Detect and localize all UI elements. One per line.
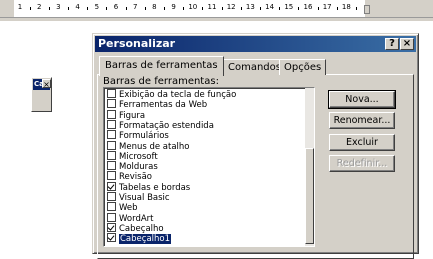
ruler-label: 5: [94, 3, 100, 11]
scrollbar-thumb[interactable]: [305, 148, 314, 244]
ruler-tick: [298, 7, 300, 10]
toolbar-checkbox[interactable]: [107, 233, 116, 243]
ruler-right-margin: [365, 0, 433, 17]
ruler-label: 9: [171, 3, 176, 11]
ruler-label: 10: [188, 3, 198, 11]
reset-button[interactable]: Redefinir...: [329, 155, 395, 172]
ruler-tick: [279, 7, 281, 10]
ruler-label: 3: [56, 3, 61, 11]
help-button[interactable]: ?: [385, 38, 399, 50]
toolbar-checkbox[interactable]: [107, 171, 116, 181]
toolbars-list[interactable]: Exibição da tecla de função Ferramentas d…: [103, 87, 315, 247]
horizontal-ruler: 1 2 3 4 5 6 7 8 9 10 11 12 13 14 15 16 17 18: [0, 0, 433, 18]
ruler-label: 17: [322, 3, 332, 11]
ruler-tick: [164, 7, 165, 10]
ruler-tick: [106, 7, 108, 10]
toolbar-checkbox[interactable]: [107, 99, 116, 109]
toolbar-checkbox[interactable]: [107, 192, 116, 201]
toolbar-checkbox[interactable]: [107, 212, 116, 222]
dialog-title: Personalizar: [98, 37, 176, 50]
ruler-tick: [240, 7, 242, 10]
toolbar-checkbox[interactable]: [107, 140, 116, 150]
toolbar-checkbox[interactable]: [107, 130, 116, 140]
ruler-tick: [68, 7, 69, 10]
ruler-label: 12: [226, 3, 236, 11]
toolbar-checkbox[interactable]: [107, 119, 116, 129]
toolbar-checkbox[interactable]: [107, 161, 116, 171]
ruler-label: 2: [36, 3, 42, 11]
list-scrollbar[interactable]: [305, 88, 314, 246]
ruler-tick: [183, 7, 185, 10]
ruler-label: 14: [265, 3, 275, 11]
close-icon[interactable]: ×: [400, 38, 414, 50]
tab-commands[interactable]: Comandos: [223, 59, 286, 75]
ruler-label: 15: [284, 3, 294, 11]
ruler-tick: [29, 7, 31, 10]
ruler-label: 16: [303, 3, 313, 11]
tab-toolbars[interactable]: Barras de ferramentas: [99, 56, 224, 76]
ruler-tick: [356, 7, 357, 10]
ruler-tick: [48, 7, 50, 10]
ruler-label: 18: [341, 3, 351, 11]
right-indent-marker[interactable]: [364, 5, 370, 14]
ruler-tick: [144, 7, 146, 10]
ruler-left-margin: [0, 0, 14, 17]
ruler-tick: [260, 7, 261, 10]
ruler-tick: [202, 7, 204, 10]
toolbar-checkbox[interactable]: [107, 109, 116, 119]
tab-options[interactable]: Opções: [279, 59, 327, 75]
ruler-label: 1: [17, 3, 23, 11]
ruler-label: 13: [245, 3, 255, 11]
toolbars-list-label: Barras de ferramentas:: [103, 76, 219, 87]
toolbar-checkbox[interactable]: [107, 89, 116, 98]
list-item-label: Cabeçalho1: [119, 234, 172, 245]
dialog-titlebar[interactable]: Personalizar ? ×: [95, 36, 416, 52]
ruler-label: 4: [75, 3, 80, 11]
delete-button[interactable]: Excluir: [329, 134, 395, 151]
ruler-tick: [336, 7, 338, 10]
rename-button[interactable]: Renomear...: [329, 112, 395, 129]
ruler-tick: [221, 7, 223, 10]
ruler-label: 8: [152, 3, 157, 11]
toolbar-checkbox[interactable]: [107, 202, 116, 212]
ruler-label: 6: [113, 3, 119, 11]
ruler-tick: [87, 7, 89, 10]
floating-toolbar[interactable]: Cal ×: [31, 77, 52, 112]
ruler-label: 11: [207, 3, 217, 11]
floating-toolbar-close-icon[interactable]: ×: [42, 79, 51, 89]
ruler-tick: [125, 7, 127, 10]
toolbar-checkbox[interactable]: [107, 222, 116, 232]
new-toolbar-button[interactable]: Nova...: [328, 90, 396, 109]
list-item[interactable]: Cabeçalho1: [105, 233, 305, 245]
ruler-label: 7: [132, 3, 138, 11]
toolbar-checkbox[interactable]: [107, 150, 116, 160]
ruler-tick: [317, 7, 319, 10]
customize-dialog: Personalizar ? × Barras de ferramentas C…: [92, 33, 419, 259]
document-area-border: [0, 18, 433, 21]
toolbar-checkbox[interactable]: [107, 181, 116, 191]
